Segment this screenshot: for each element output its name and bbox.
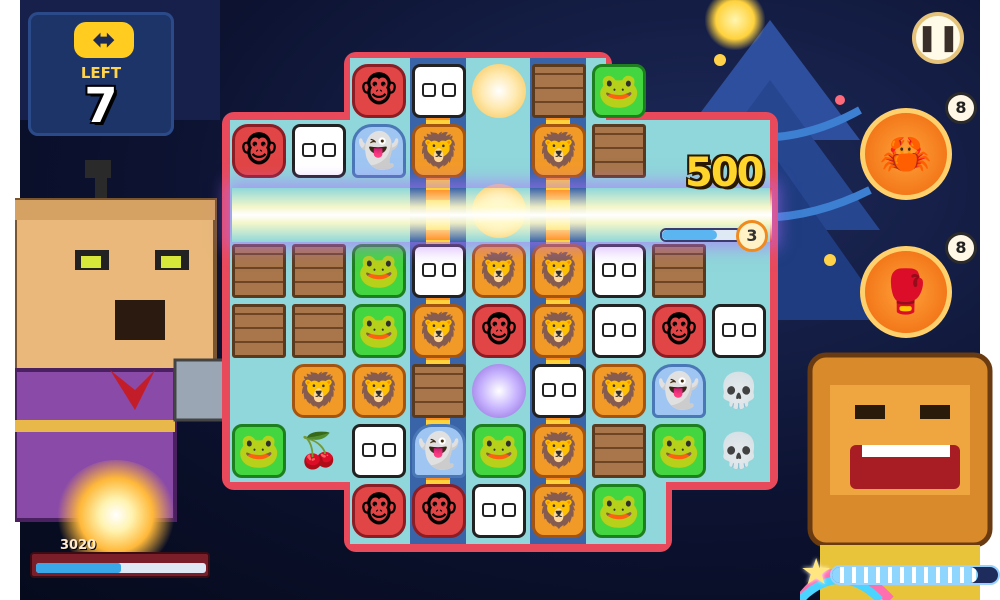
boxing-glove-icon: 🥊 — [879, 267, 933, 316]
pause-button[interactable]: ❚❚ — [912, 12, 964, 64]
pause-icon: ❚❚ — [916, 23, 960, 53]
moves-count: 7 — [84, 78, 118, 134]
monkey-tile[interactable]: 🐵 — [352, 64, 406, 118]
monkey-tile[interactable]: 🐵 — [352, 484, 406, 538]
ghost-tile[interactable]: 👻 — [412, 424, 466, 478]
panda-tile[interactable] — [712, 304, 766, 358]
crate-tile[interactable] — [532, 64, 586, 118]
panda-tile[interactable] — [412, 244, 466, 298]
frog-tile[interactable]: 🐸 — [232, 424, 286, 478]
score-value: 3020 — [60, 538, 97, 553]
crate-tile[interactable] — [232, 304, 286, 358]
panda-tile[interactable] — [532, 364, 586, 418]
lion-tile[interactable]: 🦁 — [352, 364, 406, 418]
frog-tile[interactable]: 🐸 — [592, 484, 646, 538]
monkey-tile[interactable]: 🐵 — [232, 124, 286, 178]
punch-booster-count: 8 — [945, 232, 977, 264]
claw-booster-button[interactable]: 🦀 — [860, 108, 952, 200]
monkey-tile[interactable]: 🐵 — [472, 304, 526, 358]
score-bar — [30, 552, 210, 578]
ghost-tile[interactable]: 👻 — [652, 364, 706, 418]
lion-tile[interactable]: 🦁 — [532, 484, 586, 538]
orb-target-tile[interactable] — [472, 64, 526, 118]
frog-tile[interactable]: 🐸 — [652, 424, 706, 478]
panda-tile[interactable] — [472, 484, 526, 538]
score-popup: 500 — [685, 150, 764, 196]
lion-tile[interactable]: 🦁 — [532, 244, 586, 298]
lion-tile[interactable]: 🦁 — [412, 304, 466, 358]
monkey-tile[interactable]: 🐵 — [652, 304, 706, 358]
lion-tile[interactable]: 🦁 — [472, 244, 526, 298]
capture-progress — [660, 228, 742, 242]
swap-arrows-icon: ⬌ — [74, 22, 134, 58]
panda-tile[interactable] — [592, 304, 646, 358]
crate-tile[interactable] — [652, 244, 706, 298]
panda-tile[interactable] — [352, 424, 406, 478]
crate-tile[interactable] — [412, 364, 466, 418]
claw-icon: 🦀 — [879, 129, 933, 178]
lion-tile[interactable]: 🦁 — [412, 124, 466, 178]
frog-tile[interactable]: 🐸 — [352, 244, 406, 298]
ghost-tile[interactable]: 👻 — [352, 124, 406, 178]
crate-tile[interactable] — [592, 124, 646, 178]
panda-tile[interactable] — [292, 124, 346, 178]
frog-tile[interactable]: 🐸 — [352, 304, 406, 358]
panda-tile[interactable] — [592, 244, 646, 298]
moves-panel: ⬌ LEFT 7 — [28, 12, 174, 136]
score-fill — [36, 563, 121, 573]
claw-booster-count: 8 — [945, 92, 977, 124]
cherry-tile[interactable]: 🍒 — [292, 424, 346, 478]
frog-tile[interactable]: 🐸 — [592, 64, 646, 118]
lion-tile[interactable]: 🦁 — [292, 364, 346, 418]
orb2-tile[interactable] — [472, 364, 526, 418]
star-meter — [830, 565, 1000, 585]
crate-tile[interactable] — [292, 244, 346, 298]
lion-tile[interactable]: 🦁 — [532, 304, 586, 358]
crate-tile[interactable] — [232, 244, 286, 298]
crate-tile[interactable] — [592, 424, 646, 478]
lion-tile[interactable]: 🦁 — [532, 124, 586, 178]
lion-tile[interactable]: 🦁 — [532, 424, 586, 478]
star-icon: ★ — [800, 552, 833, 593]
monkey-tile[interactable]: 🐵 — [412, 484, 466, 538]
lion-tile[interactable]: 🦁 — [592, 364, 646, 418]
star-meter-fill — [832, 567, 979, 583]
tree-star — [705, 0, 765, 50]
skull-tile[interactable]: 💀 — [712, 364, 766, 418]
skull-tile[interactable]: 💀 — [712, 424, 766, 478]
panda-tile[interactable] — [412, 64, 466, 118]
capture-counter: 3 — [736, 220, 768, 252]
crate-tile[interactable] — [292, 304, 346, 358]
frog-tile[interactable]: 🐸 — [472, 424, 526, 478]
punch-booster-button[interactable]: 🥊 — [860, 246, 952, 338]
